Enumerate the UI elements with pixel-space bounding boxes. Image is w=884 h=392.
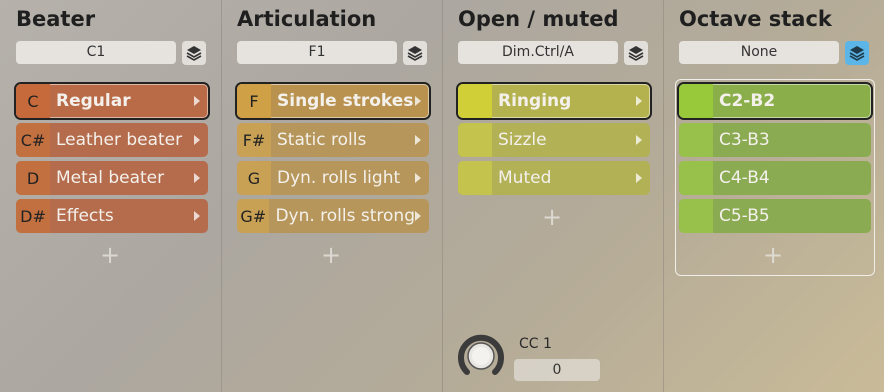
list-item[interactable]: C2-B2: [679, 84, 871, 118]
list-item[interactable]: Sizzle: [458, 123, 650, 157]
layers-toggle-button[interactable]: [845, 41, 869, 65]
key-label: G: [237, 161, 271, 195]
key-label: F#: [237, 123, 271, 157]
column-title: Beater: [16, 7, 96, 31]
list-item[interactable]: F# Static rolls: [237, 123, 429, 157]
list-item[interactable]: C3-B3: [679, 123, 871, 157]
item-label: Static rolls: [277, 130, 367, 150]
list-item[interactable]: G Dyn. rolls light: [237, 161, 429, 195]
chevron-right-icon[interactable]: [415, 211, 421, 221]
chevron-right-icon[interactable]: [415, 135, 421, 145]
add-button[interactable]: +: [442, 203, 662, 231]
item-label: C2-B2: [719, 91, 776, 111]
chevron-right-icon[interactable]: [636, 96, 642, 106]
cc-value-field[interactable]: 0: [514, 359, 600, 381]
item-label: C5-B5: [719, 206, 770, 226]
layers-icon: [849, 46, 865, 61]
item-label: Single strokes: [277, 91, 414, 111]
item-label: Leather beater: [56, 130, 183, 150]
key-swatch: [679, 84, 713, 118]
list-item[interactable]: C4-B4: [679, 161, 871, 195]
list-item[interactable]: C Regular: [16, 84, 208, 118]
item-label: Effects: [56, 206, 114, 226]
key-label: C#: [16, 123, 50, 157]
cc-label: CC 1: [519, 336, 552, 352]
chevron-right-icon[interactable]: [415, 173, 421, 183]
add-button[interactable]: +: [0, 241, 220, 269]
list-item[interactable]: D Metal beater: [16, 161, 208, 195]
item-label: Metal beater: [56, 168, 165, 188]
keyswitch-selector[interactable]: None: [679, 41, 839, 64]
chevron-right-icon[interactable]: [636, 173, 642, 183]
column-title: Open / muted: [458, 7, 619, 31]
item-label: C3-B3: [719, 130, 770, 150]
key-label: C: [16, 84, 50, 118]
item-label: Regular: [56, 91, 131, 111]
chevron-right-icon[interactable]: [194, 211, 200, 221]
add-button[interactable]: +: [221, 241, 441, 269]
chevron-right-icon[interactable]: [636, 135, 642, 145]
key-swatch: [458, 84, 492, 118]
key-swatch: [679, 199, 713, 233]
layers-toggle-button[interactable]: [624, 41, 648, 65]
list-item[interactable]: C# Leather beater: [16, 123, 208, 157]
key-label: G#: [237, 199, 270, 233]
beater-column: Beater C1 C Regular C# Leather beater D …: [0, 0, 220, 392]
item-label: Sizzle: [498, 130, 547, 150]
list-item[interactable]: D# Effects: [16, 199, 208, 233]
chevron-right-icon[interactable]: [194, 96, 200, 106]
list-item[interactable]: C5-B5: [679, 199, 871, 233]
layers-toggle-button[interactable]: [403, 41, 427, 65]
knob-icon: [458, 334, 504, 375]
item-label: Ringing: [498, 91, 572, 111]
chevron-right-icon[interactable]: [194, 135, 200, 145]
add-button[interactable]: +: [663, 241, 883, 269]
layers-icon: [628, 46, 644, 61]
keyswitch-selector[interactable]: C1: [16, 41, 176, 64]
column-title: Articulation: [237, 7, 377, 31]
layers-icon: [407, 46, 423, 61]
layers-toggle-button[interactable]: [182, 41, 206, 65]
chevron-right-icon[interactable]: [415, 96, 421, 106]
keyswitch-selector[interactable]: F1: [237, 41, 397, 64]
item-label: Dyn. rolls strong: [275, 206, 415, 226]
item-label: Dyn. rolls light: [277, 168, 401, 188]
key-swatch: [679, 123, 713, 157]
octave-stack-column: Octave stack None C2-B2 C3-B3 C4-B4 C5-B…: [663, 0, 883, 392]
key-label: D: [16, 161, 50, 195]
key-label: F: [237, 84, 271, 118]
key-label: D#: [16, 199, 50, 233]
list-item[interactable]: F Single strokes: [237, 84, 429, 118]
list-item[interactable]: G# Dyn. rolls strong: [237, 199, 429, 233]
list-item[interactable]: Ringing: [458, 84, 650, 118]
cc-knob[interactable]: [455, 330, 507, 382]
column-title: Octave stack: [679, 7, 832, 31]
list-item[interactable]: Muted: [458, 161, 650, 195]
item-label: Muted: [498, 168, 552, 188]
articulation-column: Articulation F1 F Single strokes F# Stat…: [221, 0, 441, 392]
key-swatch: [458, 161, 492, 195]
key-swatch: [458, 123, 492, 157]
item-label: C4-B4: [719, 168, 770, 188]
layers-icon: [186, 46, 202, 61]
key-swatch: [679, 161, 713, 195]
keyswitch-selector[interactable]: Dim.Ctrl/A: [458, 41, 618, 64]
chevron-right-icon[interactable]: [194, 173, 200, 183]
